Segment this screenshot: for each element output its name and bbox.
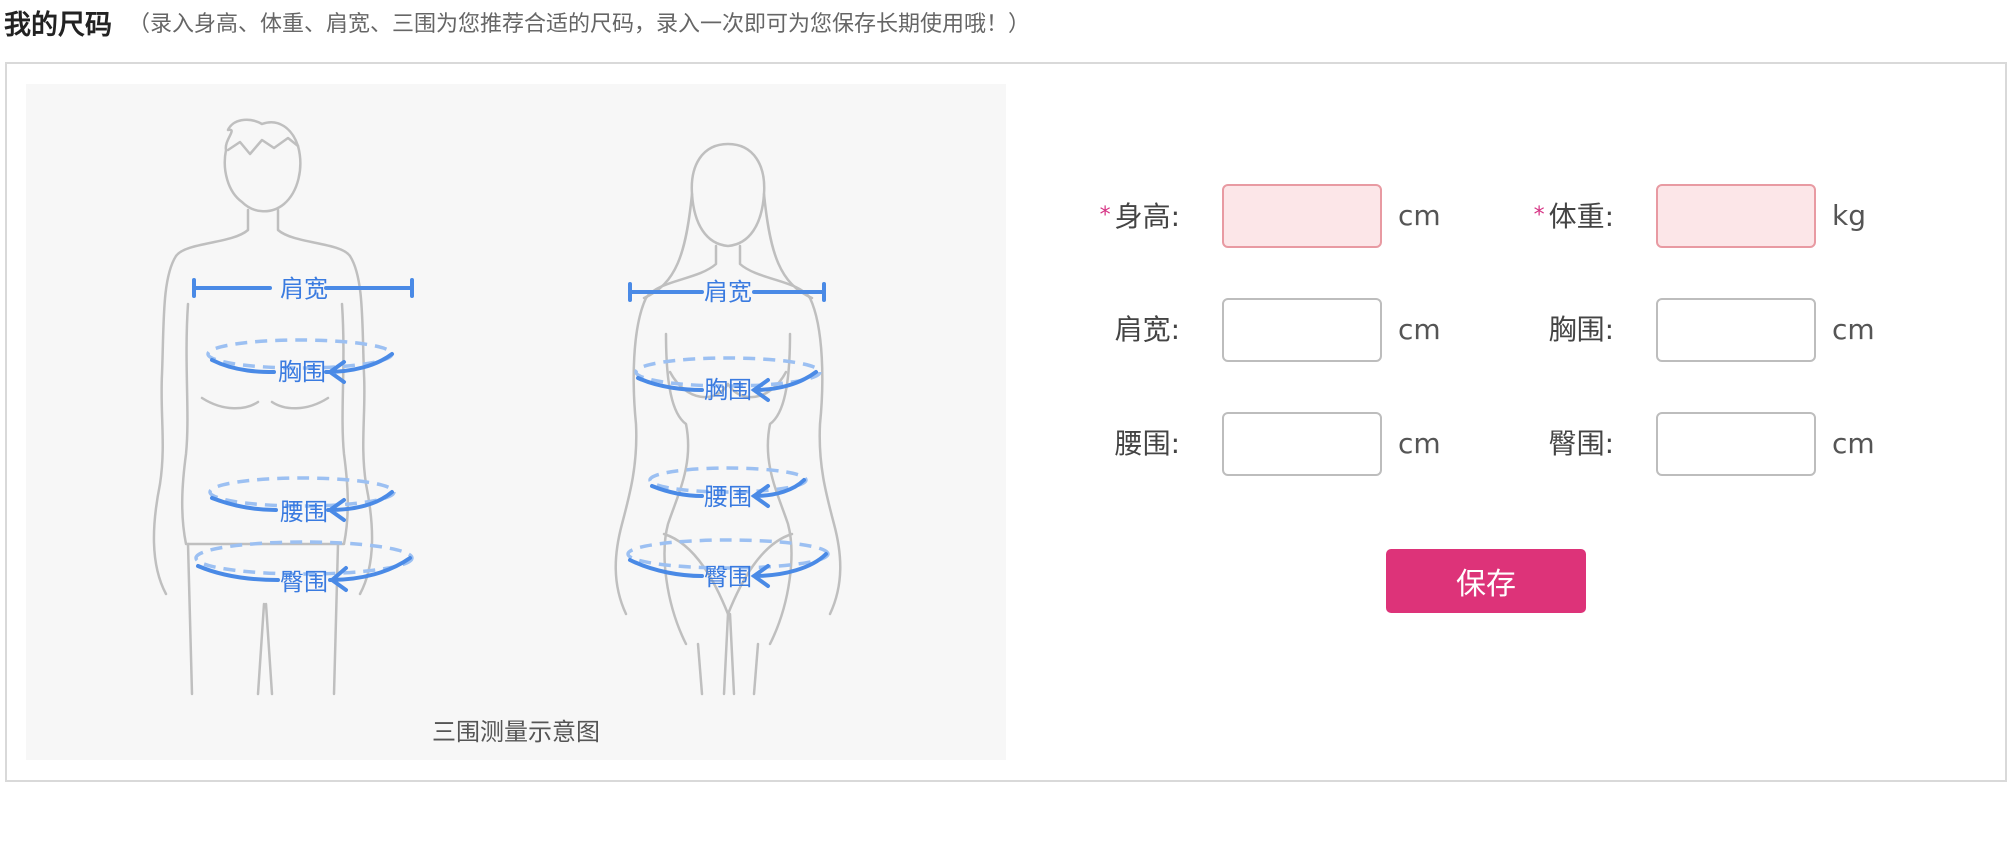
hip-unit: cm <box>1832 427 1875 460</box>
body-diagram: 肩宽 胸围 腰围 臀围 肩宽 胸围 腰围 臀围 <box>152 118 842 696</box>
male-hip-label: 臀围 <box>280 568 328 596</box>
page-title: 我的尺码 <box>4 9 112 41</box>
my-size-page: 我的尺码 （录入身高、体重、肩宽、三围为您推荐合适的尺码，录入一次即可为您保存长… <box>0 0 2012 864</box>
waist-label: 腰围: <box>1114 427 1180 460</box>
shoulder-input[interactable] <box>1222 298 1382 362</box>
chest-unit: cm <box>1832 313 1875 346</box>
hip-label: 臀围: <box>1548 427 1614 460</box>
weight-label: * 体重: <box>1533 200 1614 233</box>
save-button[interactable]: 保存 <box>1386 549 1586 613</box>
female-shoulder-label: 肩宽 <box>704 278 752 306</box>
female-waist-label: 腰围 <box>704 483 752 511</box>
female-hip-label: 臀围 <box>704 563 752 591</box>
male-waist-label: 腰围 <box>280 498 328 526</box>
female-chest-label: 胸围 <box>704 376 752 404</box>
male-shoulder-label: 肩宽 <box>280 275 328 303</box>
height-input[interactable] <box>1222 184 1382 248</box>
page-header: 我的尺码 （录入身高、体重、肩宽、三围为您推荐合适的尺码，录入一次即可为您保存长… <box>4 2 1030 42</box>
required-mark: * <box>1099 203 1111 228</box>
waist-input[interactable] <box>1222 412 1382 476</box>
female-measure-lines <box>626 282 830 588</box>
male-chest-label: 胸围 <box>278 358 326 386</box>
waist-unit: cm <box>1398 427 1441 460</box>
weight-input[interactable] <box>1656 184 1816 248</box>
shoulder-label: 肩宽: <box>1114 313 1180 346</box>
shoulder-unit: cm <box>1398 313 1441 346</box>
hip-input[interactable] <box>1656 412 1816 476</box>
female-figure <box>614 142 842 696</box>
measurement-illustration: 肩宽 胸围 腰围 臀围 肩宽 胸围 腰围 臀围 三围测量示意图 <box>26 84 1006 760</box>
illustration-caption: 三围测量示意图 <box>432 718 600 746</box>
chest-input[interactable] <box>1656 298 1816 362</box>
height-label: * 身高: <box>1099 200 1180 233</box>
male-figure <box>152 118 374 696</box>
required-mark: * <box>1533 203 1545 228</box>
weight-unit: kg <box>1832 199 1866 232</box>
chest-label: 胸围: <box>1548 313 1614 346</box>
height-unit: cm <box>1398 199 1441 232</box>
page-hint: （录入身高、体重、肩宽、三围为您推荐合适的尺码，录入一次即可为您保存长期使用哦！… <box>128 12 1031 37</box>
